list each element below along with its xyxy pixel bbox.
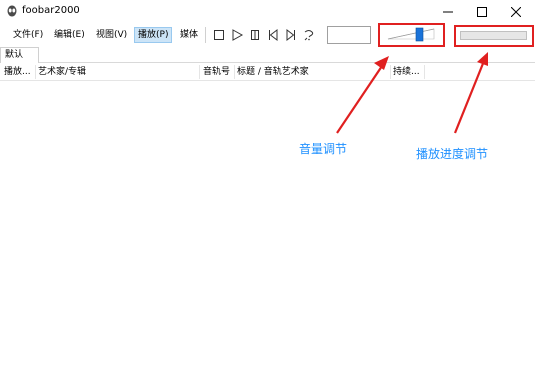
previous-icon[interactable] bbox=[266, 28, 280, 42]
alien-head-icon bbox=[7, 5, 17, 17]
maximize-button[interactable] bbox=[465, 0, 499, 23]
toolbar-separator bbox=[205, 27, 206, 43]
minimize-button[interactable] bbox=[431, 0, 465, 23]
column-separator[interactable] bbox=[199, 65, 200, 79]
stop-icon[interactable] bbox=[212, 28, 226, 42]
menu-playback[interactable]: 播放(P) bbox=[134, 27, 173, 43]
close-button[interactable] bbox=[499, 0, 533, 23]
menu-edit[interactable]: 编辑(E) bbox=[51, 27, 88, 43]
column-playing[interactable]: 播放... bbox=[4, 63, 35, 81]
column-separator[interactable] bbox=[35, 65, 36, 79]
close-icon bbox=[511, 6, 521, 17]
play-icon[interactable] bbox=[230, 28, 244, 42]
menu-media[interactable]: 媒体 bbox=[177, 27, 201, 43]
tab-default[interactable]: 默认 bbox=[0, 47, 39, 63]
volume-annotation-label: 音量调节 bbox=[299, 142, 348, 156]
address-box[interactable] bbox=[327, 26, 371, 44]
next-icon[interactable] bbox=[284, 28, 298, 42]
maximize-icon bbox=[477, 6, 487, 17]
seek-annotation-label: 播放进度调节 bbox=[416, 147, 489, 161]
menu-file[interactable]: 文件(F) bbox=[10, 27, 46, 43]
column-separator[interactable] bbox=[390, 65, 391, 79]
menu-view[interactable]: 视图(V) bbox=[93, 27, 130, 43]
title-bar: foobar2000 bbox=[0, 0, 535, 23]
playlist-header: 播放... 艺术家/专辑 音轨号 标题 / 音轨艺术家 持续... bbox=[0, 63, 535, 81]
toolbar: 文件(F) 编辑(E) 视图(V) 播放(P) 媒体 bbox=[0, 23, 535, 47]
pause-icon[interactable] bbox=[248, 28, 262, 42]
volume-slider[interactable] bbox=[386, 26, 438, 43]
window-title: foobar2000 bbox=[22, 5, 80, 16]
column-separator[interactable] bbox=[424, 65, 425, 79]
column-duration[interactable]: 持续... bbox=[393, 63, 423, 81]
random-icon[interactable] bbox=[302, 28, 316, 42]
volume-slider-thumb bbox=[415, 27, 424, 42]
playlist-tabs: 默认 bbox=[0, 47, 535, 63]
column-title-track-artist[interactable]: 标题 / 音轨艺术家 bbox=[237, 63, 387, 81]
column-track-number[interactable]: 音轨号 bbox=[203, 63, 235, 81]
column-separator[interactable] bbox=[234, 65, 235, 79]
column-artist-album[interactable]: 艺术家/专辑 bbox=[38, 63, 188, 81]
minimize-icon bbox=[443, 11, 453, 12]
seek-bar[interactable] bbox=[460, 31, 527, 40]
playlist-view[interactable] bbox=[0, 81, 535, 368]
